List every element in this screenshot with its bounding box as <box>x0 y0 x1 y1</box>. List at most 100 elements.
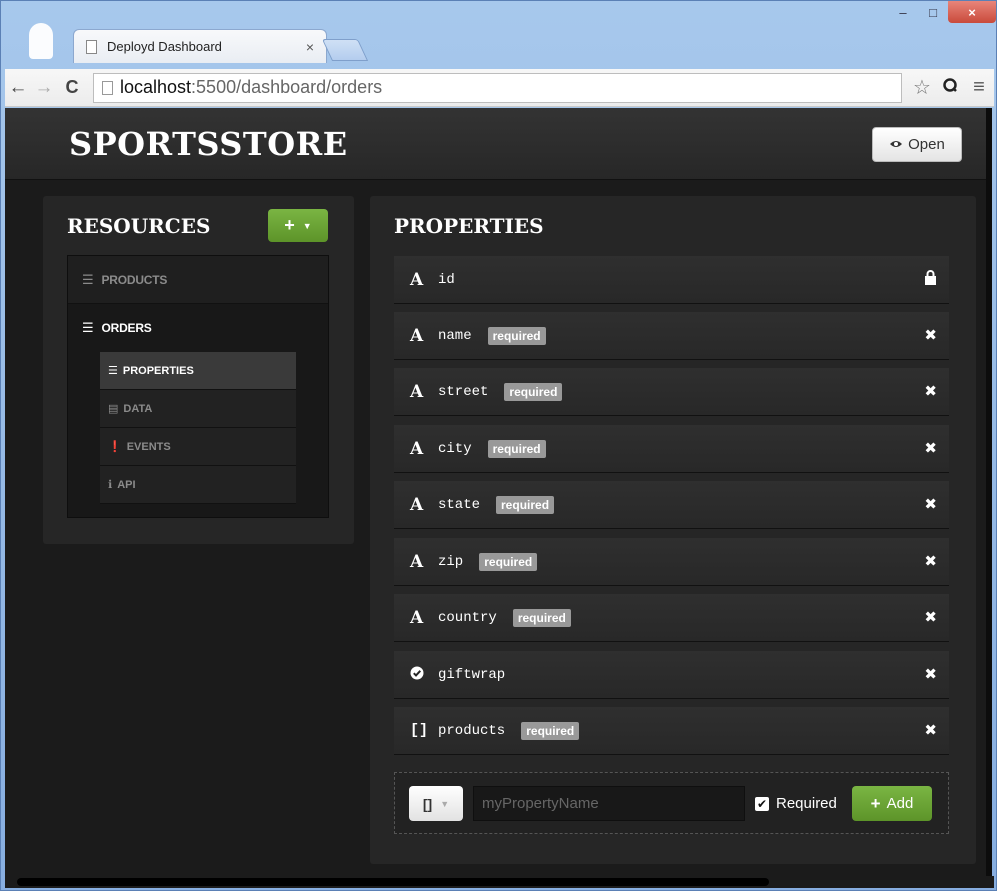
property-row[interactable]: A name required ✖ <box>394 312 949 360</box>
property-name: id <box>438 271 455 288</box>
property-name: products <box>438 722 506 739</box>
boolean-type-icon <box>410 665 432 685</box>
caret-down-icon: ▼ <box>302 220 312 231</box>
sub-item-label: EVENTS <box>126 440 171 453</box>
bookmark-star-icon[interactable]: ☆ <box>908 75 936 100</box>
text-type-icon: A <box>410 494 424 515</box>
property-name: state <box>438 496 481 513</box>
remove-icon[interactable]: ✖ <box>924 552 937 570</box>
browser-menu-icon[interactable]: ≡ <box>964 76 994 99</box>
required-badge: required <box>521 721 580 740</box>
new-property-form: [] ▼ ✔ Required + Add <box>394 772 949 834</box>
resource-item-products[interactable]: ☰ PRODUCTS <box>68 256 328 304</box>
remove-icon[interactable]: ✖ <box>924 326 937 344</box>
title-bar: Deployd Dashboard × – □ × <box>1 1 996 69</box>
remove-icon[interactable]: ✖ <box>924 382 937 400</box>
remove-icon[interactable]: ✖ <box>924 439 937 457</box>
vertical-scrollbar[interactable] <box>986 108 992 876</box>
list-icon: ☰ <box>82 320 94 335</box>
property-name: name <box>438 327 472 344</box>
sub-item-events[interactable]: ❗ EVENTS <box>100 428 296 466</box>
text-type-icon: A <box>410 551 424 572</box>
add-button-label: Add <box>886 795 914 812</box>
profile-avatar-icon[interactable] <box>29 23 53 59</box>
text-type-icon: A <box>410 269 424 290</box>
tab-title: Deployd Dashboard <box>107 39 222 54</box>
property-name-input[interactable] <box>473 786 745 821</box>
info-icon: ℹ <box>108 479 113 491</box>
sub-item-properties[interactable]: ☰ PROPERTIES <box>100 352 296 390</box>
minimize-button[interactable]: – <box>888 1 918 23</box>
sub-item-api[interactable]: ℹ API <box>100 466 296 504</box>
text-type-icon: A <box>410 607 424 628</box>
resource-label: PRODUCTS <box>101 272 168 287</box>
app-header: SPORTSSTORE Open <box>5 108 992 180</box>
caret-down-icon: ▼ <box>440 798 450 809</box>
horizontal-scrollbar[interactable] <box>5 876 994 888</box>
properties-title: PROPERTIES <box>394 214 544 238</box>
page-icon <box>86 39 97 54</box>
exclamation-icon: ❗ <box>108 441 122 453</box>
remove-icon[interactable]: ✖ <box>924 721 937 739</box>
address-bar[interactable]: localhost:5500/dashboard/orders <box>93 72 902 103</box>
required-badge: required <box>479 552 538 571</box>
remove-icon[interactable]: ✖ <box>924 608 937 626</box>
resource-list: ☰ PRODUCTS ☰ ORDERS ☰ PROPERTIES ▤ DATA <box>67 255 329 518</box>
resource-label: ORDERS <box>101 321 152 335</box>
property-row[interactable]: A state required ✖ <box>394 481 949 529</box>
property-name: giftwrap <box>438 666 506 683</box>
required-badge: required <box>504 382 563 401</box>
scrollbar-thumb[interactable] <box>17 878 769 886</box>
property-row[interactable]: [] products required ✖ <box>394 707 949 755</box>
property-row[interactable]: A street required ✖ <box>394 368 949 416</box>
remove-icon[interactable]: ✖ <box>924 665 937 683</box>
property-row[interactable]: A zip required ✖ <box>394 538 949 586</box>
list-icon: ☰ <box>82 271 94 287</box>
table-icon: ▤ <box>108 403 119 415</box>
property-row[interactable]: giftwrap ✖ <box>394 651 949 699</box>
property-row[interactable]: A id <box>394 256 949 304</box>
text-type-icon: A <box>410 381 424 402</box>
required-checkbox-group[interactable]: ✔ Required <box>755 795 837 812</box>
required-badge: required <box>496 495 555 514</box>
open-button-label: Open <box>908 136 945 153</box>
plus-icon: + <box>870 793 881 813</box>
property-name: city <box>438 440 472 457</box>
open-button[interactable]: Open <box>872 127 962 162</box>
required-badge: required <box>512 608 571 627</box>
reload-button[interactable]: C <box>57 77 87 98</box>
property-row[interactable]: A city required ✖ <box>394 425 949 473</box>
array-type-icon: [] <box>410 722 429 739</box>
orders-sub-list: ☰ PROPERTIES ▤ DATA ❗ EVENTS ℹ API <box>100 352 296 504</box>
maximize-button[interactable]: □ <box>918 1 948 23</box>
forward-button[interactable]: → <box>31 77 57 99</box>
remove-icon[interactable]: ✖ <box>924 495 937 513</box>
required-checkbox[interactable]: ✔ <box>755 796 769 811</box>
plus-icon: + <box>284 215 295 235</box>
extension-icon[interactable] <box>936 77 964 98</box>
close-window-button[interactable]: × <box>948 1 996 23</box>
property-row[interactable]: A country required ✖ <box>394 594 949 642</box>
sub-item-label: API <box>117 478 136 491</box>
array-type-icon: [] <box>422 795 433 812</box>
brand-title: SPORTSSTORE <box>69 125 348 163</box>
add-resource-button[interactable]: + ▼ <box>268 209 328 242</box>
sub-item-data[interactable]: ▤ DATA <box>100 390 296 428</box>
new-tab-button[interactable] <box>321 39 369 61</box>
required-badge: required <box>487 439 546 458</box>
property-type-select[interactable]: [] ▼ <box>409 786 463 821</box>
page-icon <box>102 80 113 95</box>
browser-window: Deployd Dashboard × – □ × ← → C localhos… <box>0 0 997 891</box>
tab-close-icon[interactable]: × <box>306 39 314 55</box>
eye-icon <box>889 137 903 152</box>
add-property-button[interactable]: + Add <box>852 786 932 821</box>
required-checkbox-label: Required <box>776 795 837 812</box>
property-name: country <box>438 609 497 626</box>
browser-tab[interactable]: Deployd Dashboard × <box>73 29 327 63</box>
resource-item-orders[interactable]: ☰ ORDERS <box>68 304 328 352</box>
required-badge: required <box>487 326 546 345</box>
text-type-icon: A <box>410 325 424 346</box>
browser-toolbar: ← → C localhost:5500/dashboard/orders ☆ … <box>5 69 994 107</box>
back-button[interactable]: ← <box>5 77 31 99</box>
properties-panel: PROPERTIES A id A name required ✖ A stre… <box>370 196 976 864</box>
